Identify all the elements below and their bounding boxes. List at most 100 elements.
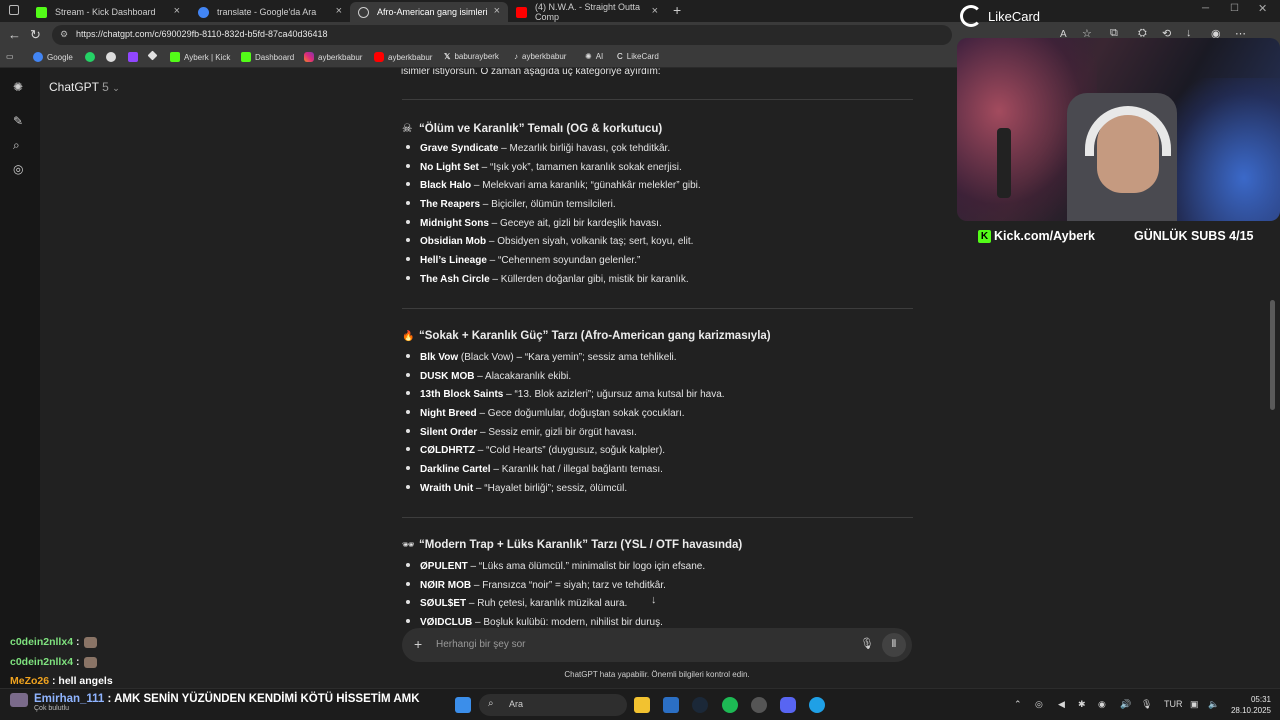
voice-mode-icon[interactable]: ⦀ <box>882 633 906 657</box>
system-clock[interactable]: 05:31 28.10.2025 <box>1227 694 1271 716</box>
close-icon[interactable]: × <box>336 5 342 17</box>
network-icon[interactable]: ▣ <box>1190 699 1199 710</box>
edge-browser-icon[interactable] <box>809 697 825 713</box>
tray-app-icon[interactable]: ◀ <box>1058 699 1065 710</box>
item-desc: – “Hayalet birliği”; sessiz, ölümcül. <box>473 483 628 494</box>
section-title-text: “Modern Trap + Lüks Karanlık” Tarzı (YSL… <box>419 539 743 551</box>
list-item: 13th Block Saints – “13. Blok azizleri”;… <box>406 389 725 400</box>
item-name: VØIDCLUB <box>420 617 473 628</box>
tab-google-search[interactable]: translate - Google'da Ara × <box>190 2 350 22</box>
discord-icon[interactable] <box>780 697 796 713</box>
settings-gear-icon[interactable] <box>751 697 767 713</box>
windows-start-icon[interactable] <box>455 697 471 713</box>
list-item: Blk Vow (Black Vow) – “Kara yemin”; sess… <box>406 352 677 363</box>
speaker-icon[interactable]: 🔈 <box>1208 699 1219 710</box>
reload-icon[interactable]: ↻ <box>30 27 41 43</box>
bookmark-twitch[interactable] <box>128 52 142 62</box>
chat-username: c0dein2nllx4 <box>10 656 74 668</box>
item-name: No Light Set <box>420 162 479 173</box>
window-close-icon[interactable]: ✕ <box>1258 2 1267 15</box>
tab-actions-icon[interactable] <box>9 5 19 15</box>
bookmark-whatsapp[interactable] <box>85 52 99 62</box>
item-name: DUSK MOB <box>420 371 475 382</box>
volume-icon[interactable]: 🔊 <box>1120 699 1131 710</box>
chat-emote-icon <box>84 656 98 668</box>
search-placeholder: Ara <box>509 699 524 709</box>
bookmark-label: Ayberk | Kick <box>184 52 231 62</box>
close-icon[interactable]: × <box>174 5 180 17</box>
close-icon[interactable]: × <box>494 5 500 17</box>
daily-subs-counter: GÜNLÜK SUBS 4/15 <box>1134 229 1254 243</box>
item-name: SØUL$ET <box>420 598 467 609</box>
spotify-icon[interactable] <box>722 697 738 713</box>
site-info-icon[interactable]: ⚙ <box>60 29 68 40</box>
openai-logo-icon[interactable]: ✺ <box>13 80 23 94</box>
scroll-down-arrow-icon[interactable]: ↓ <box>651 594 657 606</box>
microphone-icon[interactable]: 🎙 <box>860 637 874 650</box>
item-desc: – Fransızca “noir” = siyah; tarz ve tehd… <box>471 580 666 591</box>
chevron-up-icon[interactable]: ⌃ <box>1014 699 1022 710</box>
item-name: CØLDHRTZ <box>420 445 475 456</box>
list-item: Silent Order – Sessiz emir, gizli bir ör… <box>406 427 637 438</box>
google-icon <box>33 52 43 62</box>
microphone-tray-icon[interactable]: 🎙 <box>1141 699 1152 710</box>
library-icon[interactable]: ◎ <box>13 162 23 176</box>
back-arrow-icon[interactable]: ← <box>8 27 21 42</box>
item-desc: – “13. Blok azizleri”; uğursuz ama kutsa… <box>503 389 725 400</box>
file-explorer-icon[interactable] <box>634 697 650 713</box>
bookmark-x[interactable]: 𝕏baburayberk <box>444 52 499 61</box>
item-name: Blk Vow <box>420 352 459 363</box>
steam-tray-icon[interactable]: ◉ <box>1098 699 1106 710</box>
store-icon[interactable] <box>663 697 679 713</box>
tray-app-icon[interactable]: ✱ <box>1078 699 1086 710</box>
bookmark-google[interactable]: Google <box>33 52 73 62</box>
tab-kick-dashboard[interactable]: Stream - Kick Dashboard × <box>28 2 188 22</box>
bookmark-likecard[interactable]: C LikeCard <box>617 52 659 61</box>
item-desc: – “Cold Hearts” (duygusuz, soğuk kalpler… <box>475 445 666 456</box>
item-name: Grave Syndicate <box>420 143 499 154</box>
whatsapp-icon <box>85 52 95 62</box>
chat-message: MeZo26 : hell angels <box>10 675 113 687</box>
bookmark-kick[interactable]: Ayberk | Kick <box>170 52 230 62</box>
list-item: DUSK MOB – Alacakaranlık ekibi. <box>406 371 571 382</box>
bookmark-tiktok[interactable]: ♪ ayberkbabur <box>514 52 566 61</box>
bookmark-youtube[interactable]: ayberkbabur <box>374 52 432 62</box>
new-tab-plus-icon[interactable]: + <box>673 2 681 18</box>
bookmark-diamond[interactable] <box>147 50 160 61</box>
bookmark-ai[interactable]: ✺ AI <box>585 52 603 61</box>
list-item: Midnight Sons – Geceye ait, gizli bir ka… <box>406 218 662 229</box>
chat-username: c0dein2nllx4 <box>10 636 74 648</box>
new-chat-icon[interactable]: ✎ <box>13 114 23 128</box>
taskbar-search[interactable]: ⌕ Ara <box>479 694 627 716</box>
bookmark-web[interactable] <box>106 52 120 62</box>
address-bar[interactable]: ⚙ https://chatgpt.com/c/690029fb-8110-83… <box>52 25 952 45</box>
bookmark-folder-icon[interactable]: ▭ <box>6 52 14 61</box>
minimize-icon[interactable]: ─ <box>1202 3 1209 14</box>
message-composer[interactable]: + Herhangi bir şey sor 🎙 ⦀ <box>402 628 912 662</box>
chat-message: c0dein2nllx4 : <box>10 656 98 668</box>
model-selector[interactable]: ChatGPT 5 ⌄ <box>49 80 120 94</box>
tray-app-icon[interactable]: ◎ <box>1035 699 1043 710</box>
bookmark-instagram[interactable]: ayberkbabur <box>304 52 362 62</box>
tab-title: translate - Google'da Ara <box>217 7 317 17</box>
bookmark-label: Dashboard <box>255 52 295 62</box>
x-icon: 𝕏 <box>444 52 451 61</box>
likecard-icon <box>960 5 982 27</box>
bookmark-dashboard[interactable]: Dashboard <box>241 52 294 62</box>
tab-title: Stream - Kick Dashboard <box>55 7 156 17</box>
tab-chatgpt[interactable]: Afro-American gang isimleri × <box>350 2 508 22</box>
steam-icon[interactable] <box>692 697 708 713</box>
page-scrollbar[interactable] <box>1270 300 1275 410</box>
bookmark-label: AI <box>595 52 604 61</box>
item-desc: – Alacakaranlık ekibi. <box>474 371 572 382</box>
language-indicator[interactable]: TUR <box>1164 699 1183 709</box>
attach-plus-icon[interactable]: + <box>414 636 422 652</box>
item-name: Darkline Cartel <box>420 464 491 475</box>
close-icon[interactable]: × <box>652 5 658 17</box>
tab-youtube[interactable]: (4) N.W.A. - Straight Outta Comp × <box>508 2 666 22</box>
chatgpt-favicon-icon <box>358 6 369 18</box>
item-name: The Ash Circle <box>420 274 490 285</box>
clock-time: 05:31 <box>1250 695 1271 704</box>
search-icon[interactable]: ⌕ <box>13 138 20 153</box>
maximize-icon[interactable]: ☐ <box>1230 3 1239 14</box>
